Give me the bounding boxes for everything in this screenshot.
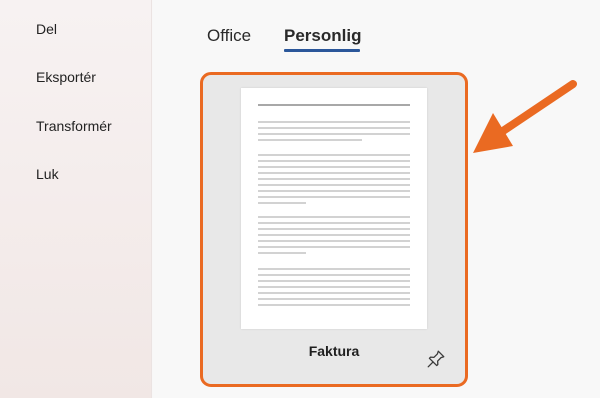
- template-card-faktura[interactable]: Faktura: [200, 72, 468, 387]
- thumbnail-line: [258, 292, 410, 294]
- thumbnail-line: [258, 252, 306, 254]
- pin-icon[interactable]: [425, 348, 447, 370]
- tab-personlig[interactable]: Personlig: [284, 26, 361, 46]
- active-tab-underline: [284, 49, 360, 52]
- thumbnail-line: [258, 216, 410, 218]
- thumbnail-line: [258, 154, 410, 156]
- thumbnail-line: [258, 246, 410, 248]
- arrow-annotation: [473, 80, 577, 153]
- thumbnail-line: [258, 160, 410, 162]
- main-panel: Office Personlig Faktura: [153, 0, 600, 398]
- sidebar-item-transformer[interactable]: Transformér: [36, 118, 112, 134]
- thumbnail-line: [258, 240, 410, 242]
- thumbnail-line: [258, 298, 410, 300]
- tab-office[interactable]: Office: [207, 26, 251, 46]
- sidebar-item-luk[interactable]: Luk: [36, 166, 59, 182]
- thumbnail-line: [258, 228, 410, 230]
- thumbnail-line: [258, 202, 306, 204]
- thumbnail-title-line: [258, 104, 410, 106]
- thumbnail-line: [258, 268, 410, 270]
- thumbnail-line: [258, 304, 410, 306]
- thumbnail-line: [258, 133, 410, 135]
- thumbnail-line: [258, 172, 410, 174]
- thumbnail-line: [258, 127, 410, 129]
- thumbnail-line: [258, 166, 410, 168]
- thumbnail-line: [258, 121, 410, 123]
- thumbnail-line: [258, 222, 410, 224]
- thumbnail-line: [258, 286, 410, 288]
- backstage-sidebar: Del Eksportér Transformér Luk: [0, 0, 152, 398]
- thumbnail-line: [258, 280, 410, 282]
- template-thumbnail: [241, 88, 427, 329]
- thumbnail-line: [258, 139, 362, 141]
- sidebar-item-del[interactable]: Del: [36, 21, 57, 37]
- thumbnail-line: [258, 190, 410, 192]
- thumbnail-line: [258, 234, 410, 236]
- thumbnail-line: [258, 274, 410, 276]
- thumbnail-line: [258, 178, 410, 180]
- thumbnail-line: [258, 196, 410, 198]
- sidebar-item-eksporter[interactable]: Eksportér: [36, 69, 96, 85]
- thumbnail-line: [258, 184, 410, 186]
